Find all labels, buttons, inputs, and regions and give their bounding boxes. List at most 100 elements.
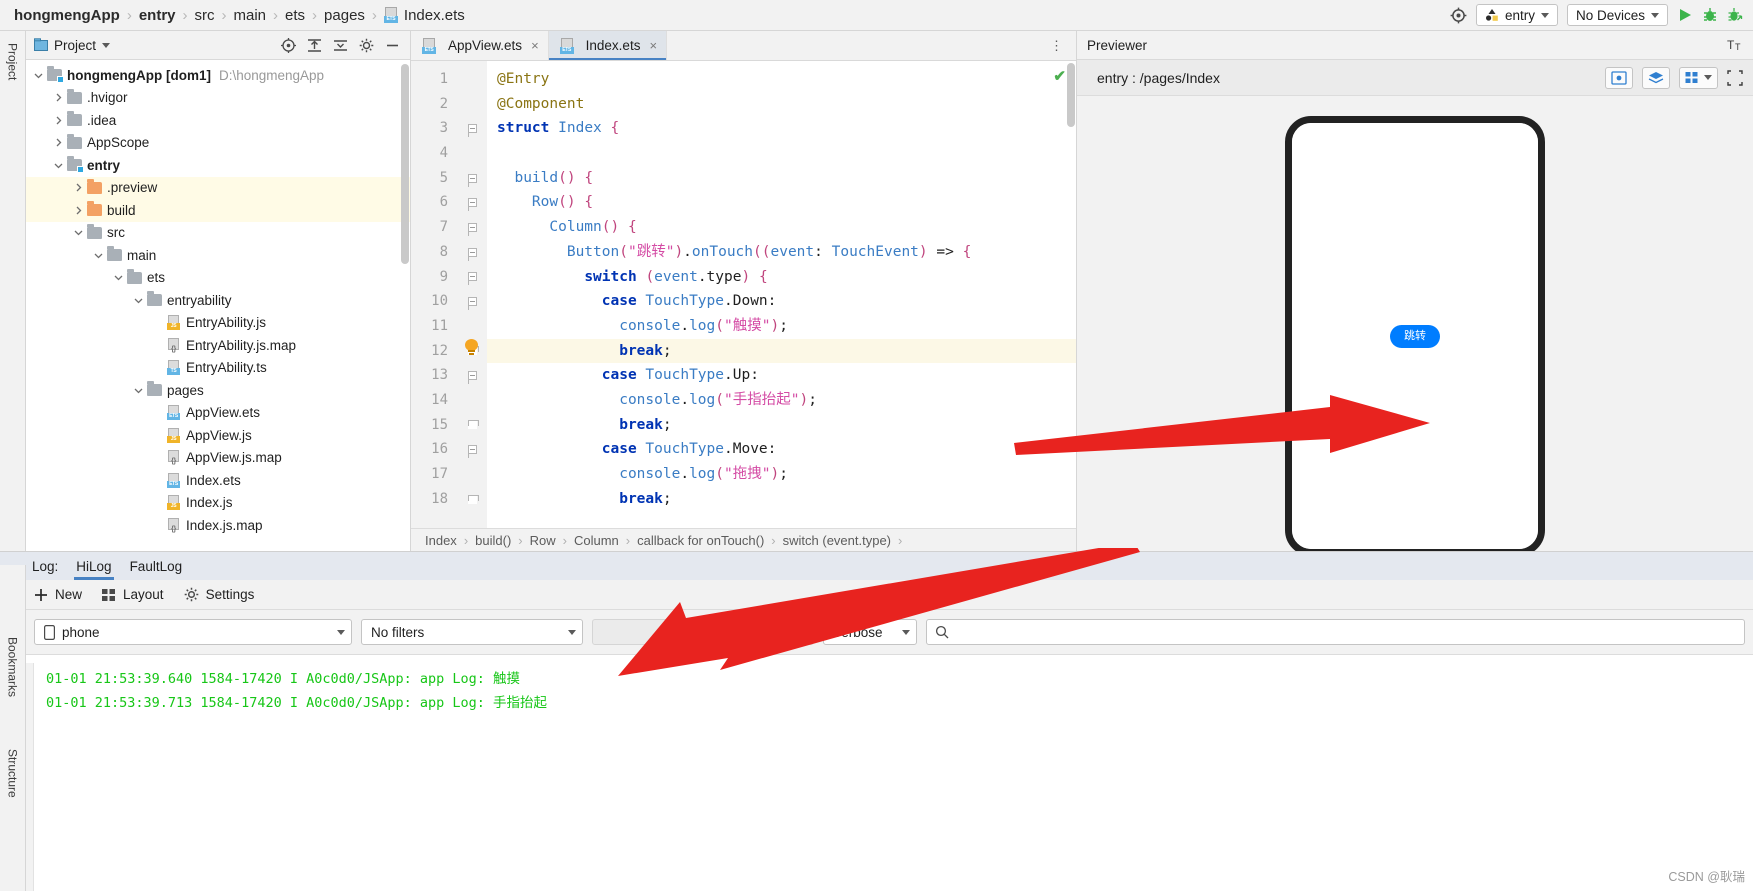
inspection-status-icon[interactable]: ✔ <box>1053 67 1066 85</box>
breadcrumb-item-5[interactable]: pages <box>324 7 365 24</box>
code-line[interactable]: console.log("触摸"); <box>487 314 1076 339</box>
fold-gutter[interactable] <box>457 61 487 528</box>
target-icon[interactable] <box>1450 7 1467 24</box>
log-settings-button[interactable]: Settings <box>184 587 254 602</box>
code-content[interactable]: @Entry @Component struct Index { build() {… <box>487 61 1076 528</box>
project-tree-scrollbar[interactable] <box>401 64 409 264</box>
fold-marker-row[interactable] <box>457 166 487 191</box>
fold-marker-row[interactable] <box>457 289 487 314</box>
chevron-down-icon[interactable] <box>94 251 107 260</box>
fold-marker-row[interactable] <box>457 116 487 141</box>
chevron-right-icon[interactable] <box>74 206 87 215</box>
code-breadcrumb-item[interactable]: Row <box>530 533 556 548</box>
close-icon[interactable]: × <box>531 38 539 53</box>
fold-marker-row[interactable] <box>457 240 487 265</box>
device-selector[interactable]: No Devices <box>1566 4 1668 26</box>
breadcrumb-item-6[interactable]: Index.ets <box>404 7 465 24</box>
code-breadcrumb-item[interactable]: Column <box>574 533 619 548</box>
layout-button[interactable]: Layout <box>102 587 164 602</box>
code-line[interactable]: case TouchType.Up: <box>487 363 1076 388</box>
inspector-icon[interactable] <box>1605 66 1633 89</box>
log-level-select[interactable]: Verbose <box>823 619 917 645</box>
breadcrumb-item-2[interactable]: src <box>195 7 215 24</box>
code-line[interactable]: console.log("手指抬起"); <box>487 388 1076 413</box>
process-select[interactable] <box>592 619 814 645</box>
code-line[interactable]: case TouchType.Move: <box>487 437 1076 462</box>
tree-node[interactable]: .idea <box>26 109 410 132</box>
fold-marker-row[interactable] <box>457 437 487 462</box>
code-line[interactable]: Column() { <box>487 215 1076 240</box>
code-line[interactable]: break; <box>487 413 1076 438</box>
log-search-field[interactable] <box>955 624 1736 640</box>
code-line[interactable]: case TouchType.Down: <box>487 289 1076 314</box>
fold-marker-row[interactable] <box>457 487 487 512</box>
code-breadcrumb-item[interactable]: switch (event.type) <box>783 533 891 548</box>
hide-panel-icon[interactable] <box>385 38 400 53</box>
code-line[interactable]: Row() { <box>487 190 1076 215</box>
tree-node[interactable]: ETS AppView.ets <box>26 402 410 425</box>
chevron-right-icon[interactable] <box>54 93 67 102</box>
tree-node[interactable]: ETS Index.ets <box>26 469 410 492</box>
editor-scrollbar[interactable] <box>1067 63 1075 127</box>
editor-options-icon[interactable]: ⋮ <box>1038 31 1076 60</box>
sidebar-item-bookmarks[interactable]: Bookmarks <box>3 631 23 703</box>
tree-node[interactable]: main <box>26 244 410 267</box>
tree-node[interactable]: build <box>26 199 410 222</box>
chevron-down-icon[interactable] <box>134 386 147 395</box>
sidebar-item-project[interactable]: Project <box>3 37 23 86</box>
editor-tab-appview[interactable]: ETS AppView.ets × <box>411 31 549 60</box>
breadcrumb-item-3[interactable]: main <box>234 7 267 24</box>
fold-collapse-icon[interactable] <box>467 124 477 138</box>
fold-collapse-icon[interactable] <box>467 247 477 261</box>
sidebar-item-structure[interactable]: Structure <box>3 743 23 804</box>
code-line[interactable]: build() { <box>487 166 1076 191</box>
fold-collapse-icon[interactable] <box>467 222 477 236</box>
preview-jump-button[interactable]: 跳转 <box>1390 324 1440 348</box>
code-line[interactable]: @Entry <box>487 67 1076 92</box>
chevron-down-icon[interactable] <box>54 161 67 170</box>
tree-node[interactable]: {} Index.js.map <box>26 514 410 537</box>
chevron-right-icon[interactable] <box>74 183 87 192</box>
fold-collapse-icon[interactable] <box>467 445 477 459</box>
chevron-down-icon[interactable] <box>74 228 87 237</box>
tree-node[interactable]: JS EntryAbility.js <box>26 312 410 335</box>
tree-node[interactable]: src <box>26 222 410 245</box>
collapse-all-icon[interactable] <box>333 38 348 53</box>
previewer-settings-icon[interactable]: TT <box>1727 37 1743 53</box>
chevron-down-icon[interactable] <box>114 273 127 282</box>
new-log-button[interactable]: New <box>34 587 82 602</box>
fold-marker-row[interactable] <box>457 363 487 388</box>
code-line[interactable] <box>487 141 1076 166</box>
fold-marker-row[interactable] <box>457 215 487 240</box>
run-config-selector[interactable]: entry <box>1475 4 1558 26</box>
tree-node[interactable]: pages <box>26 379 410 402</box>
code-breadcrumb-item[interactable]: build() <box>475 533 511 548</box>
expand-all-icon[interactable] <box>307 38 322 53</box>
breadcrumb-item-4[interactable]: ets <box>285 7 305 24</box>
code-breadcrumb-item[interactable]: Index <box>425 533 457 548</box>
log-search-input[interactable] <box>926 619 1745 645</box>
tree-node[interactable]: entryability <box>26 289 410 312</box>
filter-select[interactable]: No filters <box>361 619 583 645</box>
grid-layout-button[interactable] <box>1679 66 1718 89</box>
code-line[interactable]: break; <box>487 338 1076 364</box>
tab-faultlog[interactable]: FaultLog <box>130 552 183 580</box>
tree-node[interactable]: .preview <box>26 176 410 199</box>
fold-marker-row[interactable] <box>457 190 487 215</box>
fold-marker-row[interactable] <box>457 413 487 438</box>
code-line[interactable]: break; <box>487 487 1076 512</box>
editor-tab-index[interactable]: ETS Index.ets × <box>548 31 668 60</box>
tree-node[interactable]: hongmengApp [dom1] D:\hongmengApp <box>26 64 410 87</box>
breadcrumb-item-0[interactable]: hongmengApp <box>14 7 120 24</box>
project-tree[interactable]: hongmengApp [dom1] D:\hongmengApp .hvigor.… <box>26 60 410 551</box>
fold-marker-row[interactable] <box>457 265 487 290</box>
fold-collapse-icon[interactable] <box>467 198 477 212</box>
log-output[interactable]: 01-01 21:53:39.640 1584-17420 I A0c0d0/J… <box>0 654 1753 891</box>
tree-node[interactable]: {} AppView.js.map <box>26 447 410 470</box>
breadcrumb-item-1[interactable]: entry <box>139 7 176 24</box>
chevron-down-icon[interactable] <box>134 296 147 305</box>
code-line[interactable]: Button("跳转").onTouch((event: TouchEvent)… <box>487 240 1076 265</box>
code-breadcrumb-item[interactable]: callback for onTouch() <box>637 533 764 548</box>
debug-icon[interactable] <box>1702 7 1718 23</box>
tree-node[interactable]: JS AppView.js <box>26 424 410 447</box>
